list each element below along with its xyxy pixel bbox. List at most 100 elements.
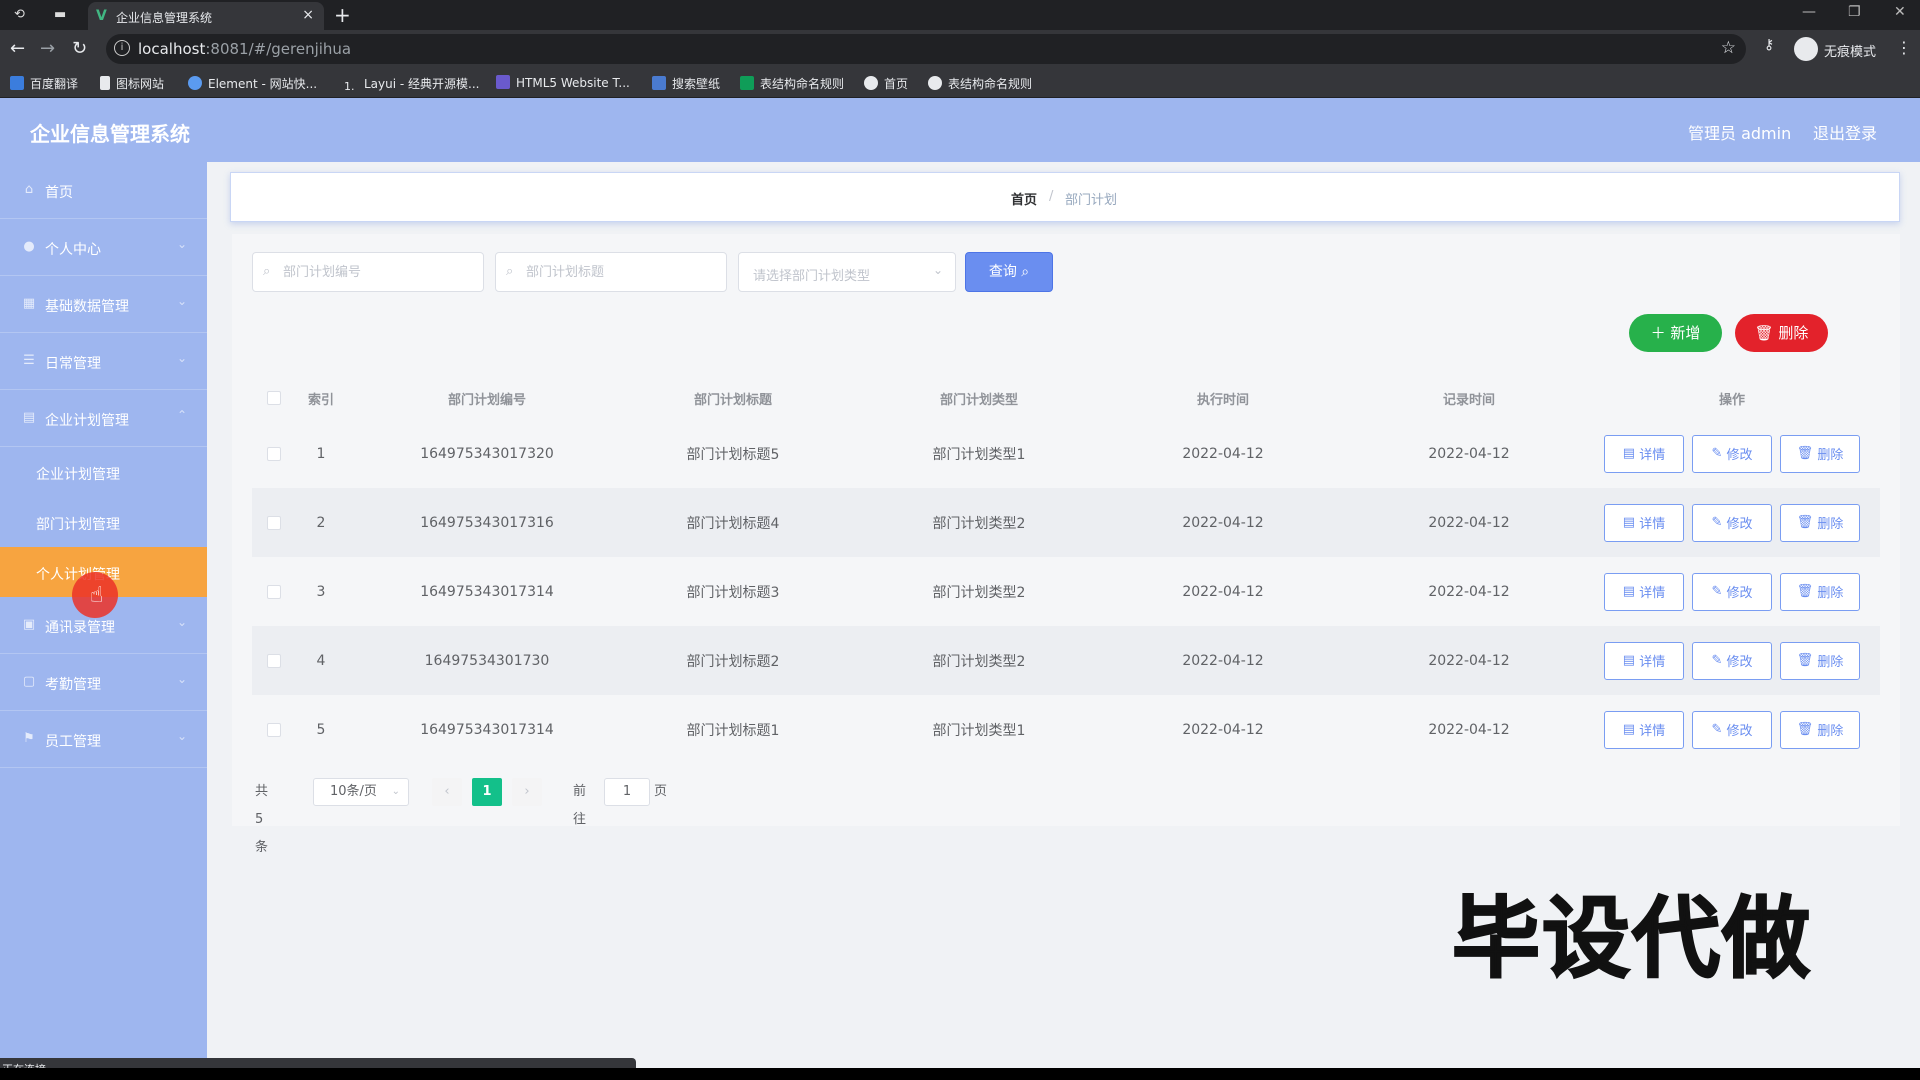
watermark-text: 毕设代做: [1451, 886, 1813, 991]
sidebar-item-daily[interactable]: ☰ 日常管理 ⌄: [0, 333, 207, 390]
window-close-icon[interactable]: ✕: [1894, 4, 1906, 20]
chevron-down-icon: ⌄: [176, 351, 187, 365]
document-icon: ▤: [1622, 653, 1636, 668]
bookmark-item[interactable]: 表结构命名规则: [928, 75, 1032, 92]
row-delete-button[interactable]: 🗑 删除: [1780, 503, 1860, 542]
browser-tab[interactable]: V 企业信息管理系统 ×: [88, 2, 324, 30]
select-all-checkbox[interactable]: [267, 391, 281, 405]
goto-page-input[interactable]: 1: [604, 778, 650, 806]
chevron-down-icon: ⌄: [391, 786, 400, 797]
batch-delete-button[interactable]: 🗑 删除: [1735, 314, 1828, 352]
sidebar-item-attendance[interactable]: ▢ 考勤管理 ⌄: [0, 654, 207, 711]
admin-label: 管理员 admin: [1688, 124, 1792, 143]
sidebar-subitem-department-plan[interactable]: 部门计划管理: [0, 497, 207, 547]
plan-type-select[interactable]: 请选择部门计划类型 ⌄: [738, 252, 956, 292]
edit-button[interactable]: ✎ 修改: [1692, 572, 1772, 611]
trash-icon: 🗑: [1796, 584, 1814, 599]
sidebar-item-home[interactable]: ⌂ 首页: [0, 162, 207, 219]
sidebar-item-basic-data[interactable]: ▦ 基础数据管理 ⌄: [0, 276, 207, 333]
sidebar-subitem-enterprise-plan[interactable]: 企业计划管理: [0, 447, 207, 497]
table-row: 4 16497534301730 部门计划标题2 部门计划类型2 2022-04-12 2…: [252, 626, 1880, 695]
edit-button[interactable]: ✎ 修改: [1692, 503, 1772, 542]
minimize-icon[interactable]: —: [1802, 4, 1816, 20]
bookmark-star-icon[interactable]: ☆: [1721, 38, 1736, 58]
breadcrumb-home[interactable]: 首页: [1011, 189, 1037, 208]
key-icon[interactable]: ⚷: [1764, 37, 1774, 53]
bookmark-item[interactable]: 图标网站: [100, 75, 164, 92]
row-delete-button[interactable]: 🗑 删除: [1780, 710, 1860, 749]
tab-list-icon[interactable]: ▬: [54, 8, 70, 22]
cell-record-time: 2022-04-12: [1428, 514, 1510, 531]
row-checkbox[interactable]: [267, 446, 281, 461]
plan-title-input[interactable]: [526, 253, 706, 291]
sheet-icon: [740, 76, 754, 90]
bookmark-item[interactable]: 首页: [864, 75, 908, 92]
bookmark-item[interactable]: 搜索壁纸: [652, 75, 720, 92]
plan-code-input[interactable]: [283, 253, 463, 291]
row-delete-button[interactable]: 🗑 删除: [1780, 572, 1860, 611]
select-all-cell: [252, 378, 296, 418]
sidebar-item-label: 首页: [45, 185, 73, 201]
bookmark-item[interactable]: 1. Layui - 经典开源模...: [344, 75, 479, 94]
browser-toolbar: ← → ↻ i localhost:8081/#/gerenjihua ☆: [0, 30, 1920, 68]
sidebar-item-staff[interactable]: ⚑ 员工管理 ⌄: [0, 711, 207, 768]
header-exec-time: 执行时间: [1196, 392, 1249, 408]
row-delete-button[interactable]: 🗑 删除: [1780, 641, 1860, 680]
detail-button[interactable]: ▤ 详情: [1604, 710, 1684, 749]
site-info-icon[interactable]: i: [114, 40, 130, 56]
browser-logo-icon[interactable]: ⟲: [14, 8, 30, 22]
address-bar[interactable]: i localhost:8081/#/gerenjihua ☆: [106, 34, 1746, 64]
edit-button[interactable]: ✎ 修改: [1692, 434, 1772, 473]
restore-icon[interactable]: ❐: [1848, 4, 1861, 20]
document-icon: ▤: [1622, 722, 1636, 737]
detail-button[interactable]: ▤ 详情: [1604, 503, 1684, 542]
page-size-select[interactable]: 10条/页 ⌄: [313, 778, 409, 806]
new-tab-icon[interactable]: +: [334, 3, 351, 27]
table-row: 2 164975343017316 部门计划标题4 部门计划类型2 2022-04-12…: [252, 488, 1880, 557]
add-button[interactable]: ＋ 新增: [1629, 314, 1722, 352]
cell-title: 部门计划标题4: [686, 515, 780, 532]
incognito-icon[interactable]: [1794, 37, 1818, 61]
row-checkbox[interactable]: [267, 584, 281, 599]
bookmark-item[interactable]: Element - 网站快...: [188, 75, 317, 92]
forward-icon[interactable]: →: [40, 38, 55, 59]
detail-button[interactable]: ▤ 详情: [1604, 641, 1684, 680]
cell-actions: ▤ 详情 ✎ 修改 🗑 删除: [1584, 557, 1880, 626]
cell-code: 164975343017314: [420, 721, 554, 738]
cell-type: 部门计划类型1: [932, 446, 1026, 463]
reload-icon[interactable]: ↻: [72, 38, 87, 59]
browser-menu-icon[interactable]: ⋮: [1896, 38, 1912, 57]
detail-button[interactable]: ▤ 详情: [1604, 434, 1684, 473]
edit-icon: ✎: [1711, 515, 1723, 530]
sidebar-item-enterprise-plan[interactable]: ▤ 企业计划管理 ⌃: [0, 390, 207, 447]
sidebar-item-label: 考勤管理: [45, 677, 101, 693]
table-row: 3 164975343017314 部门计划标题3 部门计划类型2 2022-04-12…: [252, 557, 1880, 626]
cell-index: 1: [316, 445, 326, 462]
page-number[interactable]: 1: [472, 778, 502, 806]
logout-link[interactable]: 退出登录: [1813, 120, 1877, 144]
chevron-down-icon: ⌄: [176, 294, 187, 308]
sidebar-item-profile[interactable]: ● 个人中心 ⌄: [0, 219, 207, 276]
row-checkbox[interactable]: [267, 653, 281, 668]
bookmark-item[interactable]: 表结构命名规则: [740, 75, 844, 92]
incognito-label: 无痕模式: [1824, 45, 1877, 60]
row-delete-button[interactable]: 🗑 删除: [1780, 434, 1860, 473]
row-checkbox[interactable]: [267, 515, 281, 530]
cell-type: 部门计划类型1: [932, 722, 1026, 739]
row-checkbox[interactable]: [267, 722, 281, 737]
row-checkbox-cell: [252, 557, 296, 626]
edit-button[interactable]: ✎ 修改: [1692, 710, 1772, 749]
html5-icon: [496, 75, 510, 89]
detail-button[interactable]: ▤ 详情: [1604, 572, 1684, 611]
back-icon[interactable]: ←: [10, 38, 25, 59]
tab-close-icon[interactable]: ×: [302, 7, 314, 23]
cell-actions: ▤ 详情 ✎ 修改 🗑 删除: [1584, 419, 1880, 488]
plus-icon: ＋: [1650, 324, 1666, 342]
trash-icon: 🗑: [1796, 446, 1814, 461]
query-button[interactable]: 查询 ⌕: [965, 252, 1053, 292]
edit-button[interactable]: ✎ 修改: [1692, 641, 1772, 680]
prev-page-button[interactable]: ‹: [432, 778, 462, 806]
bookmark-item[interactable]: 百度翻译: [10, 75, 78, 92]
bookmark-item[interactable]: HTML5 Website T...: [496, 75, 630, 90]
next-page-button[interactable]: ›: [512, 778, 542, 806]
